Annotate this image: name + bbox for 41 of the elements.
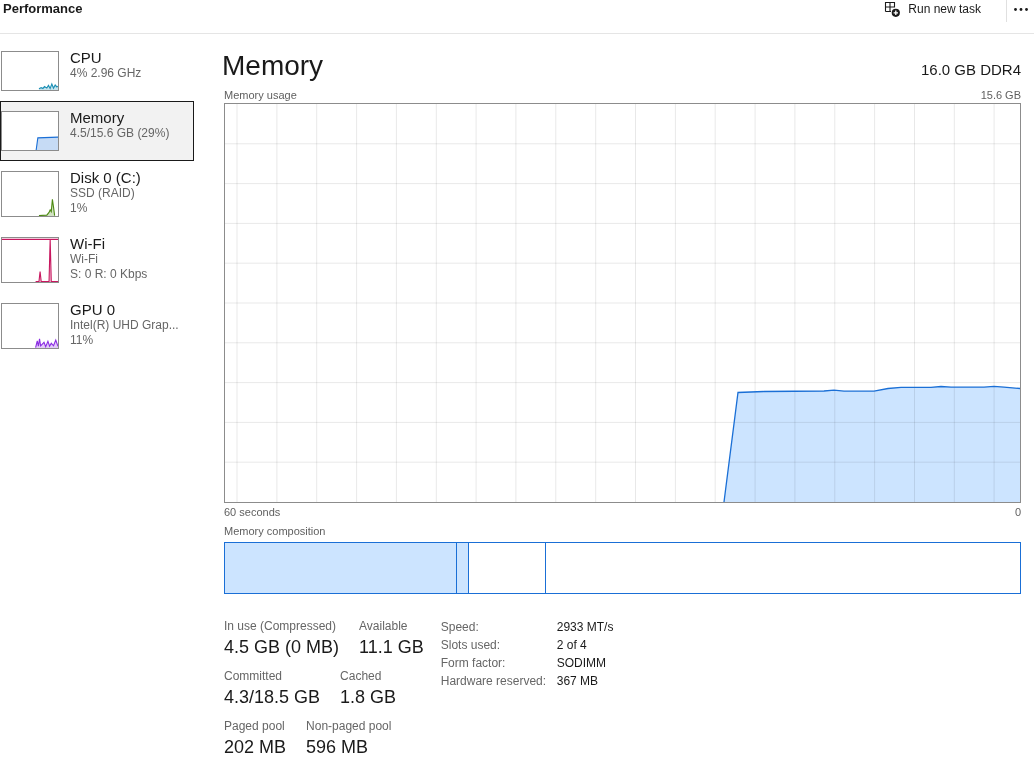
axis-label: 0 (1014, 505, 1021, 519)
sidebar-item[interactable]: Wi-Fi Wi-Fi S: 0 R: 0 Kbps (0, 227, 194, 293)
stat-value: 1.8 GB (340, 686, 397, 709)
property-label: Hardware reserved: (440, 673, 548, 690)
stat-label: Non-paged pool (306, 718, 392, 734)
page-title: Performance (2, 0, 83, 18)
property-label: Form factor: (440, 655, 507, 672)
property-value: 367 MB (556, 673, 600, 690)
sidebar-item[interactable]: CPU 4% 2.96 GHz (0, 41, 194, 101)
sidebar-item[interactable]: GPU 0 Intel(R) UHD Grap... 11% (0, 293, 194, 359)
stat-label: Committed (224, 668, 283, 684)
usage-sparkline (1, 111, 59, 151)
run-new-task-button[interactable]: Run new task (884, 0, 981, 18)
property-value: 2933 MT/s (556, 619, 614, 636)
property-label: Speed: (440, 619, 480, 636)
usage-sparkline (1, 171, 59, 217)
stat-label: In use (Compressed) (224, 618, 338, 634)
stat-label: Paged pool (224, 718, 286, 734)
usage-sparkline (1, 237, 59, 283)
composition-title: Memory composition (224, 524, 326, 538)
property-label: Slots used: (440, 637, 502, 654)
section-title: Memory (222, 49, 324, 83)
usage-sparkline (1, 303, 59, 349)
sidebar-item[interactable]: Disk 0 (C:) SSD (RAID) 1% (0, 161, 194, 227)
more-options-icon (1014, 7, 1028, 11)
graph-title: Memory usage (224, 88, 297, 102)
stat-value: 596 MB (306, 736, 370, 759)
stat-label: Cached (340, 668, 383, 684)
window-plus-icon (884, 1, 901, 17)
memory-capacity: 16.0 GB DDR4 (920, 61, 1021, 79)
graph-max-label: 15.6 GB (980, 88, 1021, 102)
stat-label: Available (359, 618, 409, 634)
stat-value: 11.1 GB (359, 636, 424, 659)
stat-value: 4.3/18.5 GB (224, 686, 321, 709)
property-value: 2 of 4 (556, 637, 588, 654)
usage-sparkline (1, 51, 59, 91)
stat-value: 202 MB (224, 736, 287, 759)
axis-label: 60 seconds (224, 505, 281, 519)
property-value: SODIMM (556, 655, 608, 672)
sidebar-item[interactable]: Memory 4.5/15.6 GB (29%) (0, 101, 194, 161)
stat-value: 4.5 GB (0 MB) (224, 636, 340, 659)
